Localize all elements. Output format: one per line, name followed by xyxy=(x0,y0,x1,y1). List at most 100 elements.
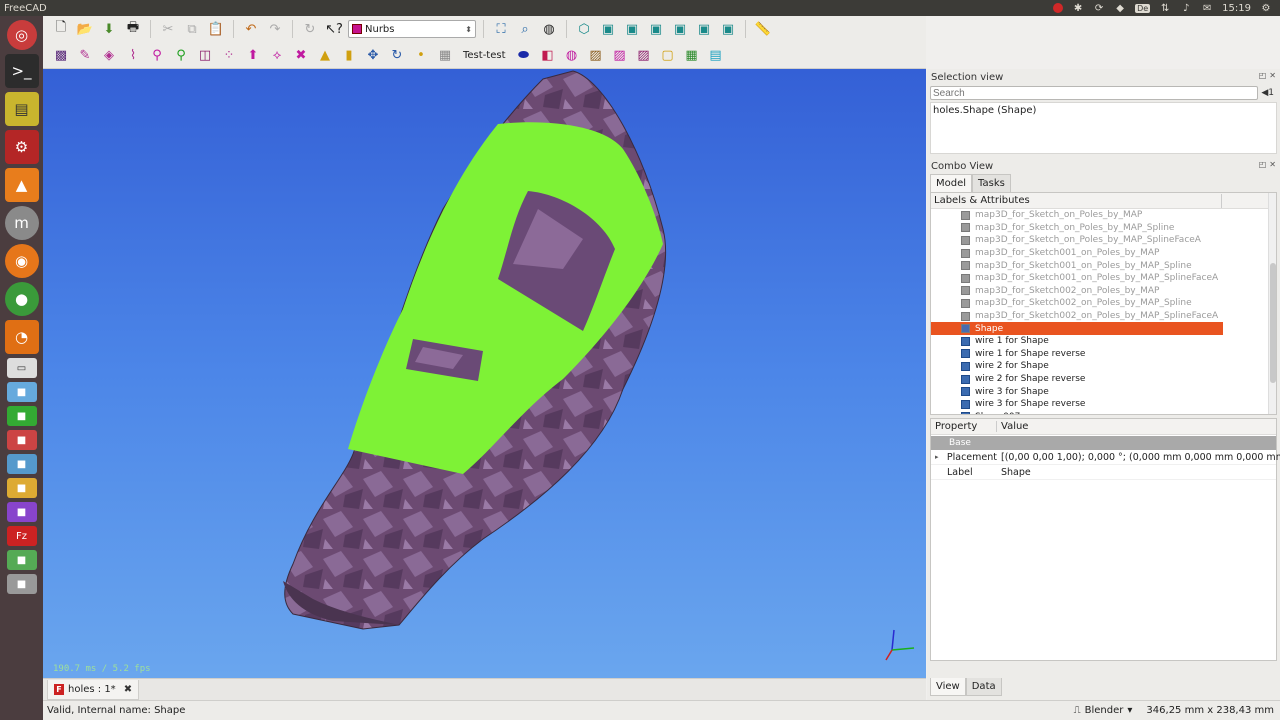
nurbs-tool-icon-17[interactable]: ▨ xyxy=(634,45,654,65)
property-row-placement[interactable]: ▸ Placement [(0,00 0,00 1,00); 0,000 °; (… xyxy=(931,450,1280,465)
sync-icon[interactable]: ⟳ xyxy=(1093,2,1105,14)
expand-arrow-icon[interactable]: ▸ xyxy=(935,453,943,461)
cylinder-tool-icon[interactable]: ▮ xyxy=(339,45,359,65)
app-icon-c[interactable]: ■ xyxy=(6,430,37,450)
tree-item[interactable]: wire 3 for Shape xyxy=(931,385,1223,398)
close-icon[interactable]: ✖ xyxy=(124,684,132,695)
tree-item[interactable]: map3D_for_Sketch001_on_Poles_by_MAP xyxy=(931,247,1223,260)
top-view-icon[interactable]: ▣ xyxy=(622,19,642,39)
point-tool-icon[interactable]: • xyxy=(411,45,431,65)
nurbs-tool-icon-18[interactable]: ▢ xyxy=(658,45,678,65)
tree-item[interactable]: map3D_for_Sketch001_on_Poles_by_MAP_Spli… xyxy=(931,272,1223,285)
bluetooth-icon[interactable]: ✱ xyxy=(1072,2,1084,14)
app-icon-a[interactable]: ■ xyxy=(6,382,37,402)
tree-item[interactable]: map3D_for_Sketch002_on_Poles_by_MAP_Spli… xyxy=(931,297,1223,310)
volume-icon[interactable]: ♪ xyxy=(1180,2,1192,14)
draw-style-icon[interactable]: ◍ xyxy=(539,19,559,39)
nurbs-tool-icon-1[interactable]: ▩ xyxy=(51,45,71,65)
isometric-view-icon[interactable]: ⬡ xyxy=(574,19,594,39)
selection-search-input[interactable] xyxy=(930,86,1258,100)
app-icon-h[interactable]: ■ xyxy=(6,574,37,594)
meshlab-icon[interactable]: m xyxy=(4,206,39,240)
close-icon[interactable]: ✕ xyxy=(1269,71,1276,80)
nurbs-tool-icon-7[interactable]: ◫ xyxy=(195,45,215,65)
dropbox-icon[interactable]: ◆ xyxy=(1114,2,1126,14)
nurbs-tool-icon-8[interactable]: ⁘ xyxy=(219,45,239,65)
model-tree[interactable]: Labels & Attributes map3D_for_Sketch_on_… xyxy=(930,192,1277,415)
rotate-tool-icon[interactable]: ↻ xyxy=(387,45,407,65)
chrome-icon[interactable]: ● xyxy=(4,282,39,316)
vlc-icon[interactable]: ▲ xyxy=(4,168,39,202)
blender-icon[interactable]: ◔ xyxy=(4,320,39,354)
tab-model[interactable]: Model xyxy=(930,174,973,192)
bottom-view-icon[interactable]: ▣ xyxy=(694,19,714,39)
fit-selection-icon[interactable]: ⌕ xyxy=(515,19,535,39)
tree-header[interactable]: Labels & Attributes xyxy=(931,193,1276,209)
nurbs-tool-icon-14[interactable]: ◍ xyxy=(562,45,582,65)
nurbs-tool-icon-2[interactable]: ✎ xyxy=(75,45,95,65)
tab-tasks[interactable]: Tasks xyxy=(972,174,1011,192)
files-icon[interactable]: ▭ xyxy=(6,358,37,378)
tree-item[interactable]: wire 3 for Shape reverse xyxy=(931,398,1223,411)
tree-item[interactable]: wire 1 for Shape reverse xyxy=(931,348,1223,361)
arrow-up-tool-icon[interactable]: ⬆ xyxy=(243,45,263,65)
filezilla-icon[interactable]: Fz xyxy=(6,526,37,546)
float-icon[interactable]: ◰ xyxy=(1259,160,1267,169)
copy-icon[interactable]: ⧉ xyxy=(182,19,202,39)
test-test-button[interactable]: Test-test xyxy=(459,50,510,61)
property-value[interactable]: [(0,00 0,00 1,00); 0,000 °; (0,000 mm 0,… xyxy=(997,452,1280,463)
whats-this-icon[interactable]: ↖? xyxy=(324,19,344,39)
paste-icon[interactable]: 📋 xyxy=(206,19,226,39)
property-column-header[interactable]: Property xyxy=(931,421,997,432)
float-icon[interactable]: ◰ xyxy=(1259,71,1267,80)
keyboard-layout[interactable]: De xyxy=(1135,3,1151,13)
app-icon-f[interactable]: ■ xyxy=(6,502,37,522)
tree-item[interactable]: Shape xyxy=(931,322,1223,335)
tree-item[interactable]: map3D_for_Sketch_on_Poles_by_MAP xyxy=(931,209,1223,222)
selection-item[interactable]: holes.Shape (Shape) xyxy=(933,105,1274,116)
power-gear-icon[interactable]: ⚙ xyxy=(1260,2,1272,14)
tree-item[interactable]: map3D_for_Sketch001_on_Poles_by_MAP_Spli… xyxy=(931,259,1223,272)
tree-item[interactable]: Shape007 xyxy=(931,411,1223,414)
document-tab[interactable]: F holes : 1* ✖ xyxy=(47,679,140,700)
record-indicator-icon[interactable] xyxy=(1053,3,1064,13)
tree-item[interactable]: map3D_for_Sketch_on_Poles_by_MAP_Spline xyxy=(931,222,1223,235)
tree-scrollbar[interactable] xyxy=(1268,193,1276,414)
3d-viewport[interactable]: 190.7 ms / 5.2 fps xyxy=(43,69,926,678)
nurbs-tool-icon-13[interactable]: ◧ xyxy=(538,45,558,65)
rear-view-icon[interactable]: ▣ xyxy=(670,19,690,39)
ubuntu-dash-icon[interactable]: ◎ xyxy=(6,20,37,50)
left-view-icon[interactable]: ▣ xyxy=(718,19,738,39)
app-icon-e[interactable]: ■ xyxy=(6,478,37,498)
redo-icon[interactable]: ↷ xyxy=(265,19,285,39)
app-icon-g[interactable]: ■ xyxy=(6,550,37,570)
app-icon-d[interactable]: ■ xyxy=(6,454,37,474)
selection-list[interactable]: holes.Shape (Shape) xyxy=(930,102,1277,154)
close-icon[interactable]: ✕ xyxy=(1269,160,1276,169)
nurbs-tool-icon-6[interactable]: ⚲ xyxy=(171,45,191,65)
workbench-selector[interactable]: Nurbs ⬍ xyxy=(348,20,476,38)
tree-item[interactable]: wire 2 for Shape reverse xyxy=(931,373,1223,386)
nurbs-tool-icon-10[interactable]: ✖ xyxy=(291,45,311,65)
property-value[interactable]: Shape xyxy=(997,467,1031,478)
ruler-app-icon[interactable]: ▤ xyxy=(4,92,39,126)
property-editor[interactable]: Property Value Base ▸ Placement [(0,00 0,… xyxy=(930,418,1280,661)
nurbs-tool-icon-16[interactable]: ▨ xyxy=(610,45,630,65)
app-icon-b[interactable]: ■ xyxy=(6,406,37,426)
nurbs-tool-icon-3[interactable]: ◈ xyxy=(99,45,119,65)
nurbs-tool-icon-20[interactable]: ▤ xyxy=(706,45,726,65)
nurbs-tool-icon-9[interactable]: ⟡ xyxy=(267,45,287,65)
measure-distance-icon[interactable]: 📏 xyxy=(753,19,773,39)
nurbs-tool-icon-12[interactable]: ⬬ xyxy=(514,45,534,65)
right-view-icon[interactable]: ▣ xyxy=(646,19,666,39)
undo-icon[interactable]: ↶ xyxy=(241,19,261,39)
freecad-icon[interactable]: ⚙ xyxy=(4,130,39,164)
tree-item[interactable]: map3D_for_Sketch002_on_Poles_by_MAP xyxy=(931,285,1223,298)
grid-tool-icon[interactable]: ▦ xyxy=(435,45,455,65)
fit-all-icon[interactable]: ⛶ xyxy=(491,19,511,39)
tree-item[interactable]: wire 1 for Shape xyxy=(931,335,1223,348)
refresh-icon[interactable]: ↻ xyxy=(300,19,320,39)
tree-item[interactable]: map3D_for_Sketch002_on_Poles_by_MAP_Spli… xyxy=(931,310,1223,323)
tree-item[interactable]: map3D_for_Sketch_on_Poles_by_MAP_SplineF… xyxy=(931,234,1223,247)
print-icon[interactable]: 🖶 xyxy=(123,19,143,39)
